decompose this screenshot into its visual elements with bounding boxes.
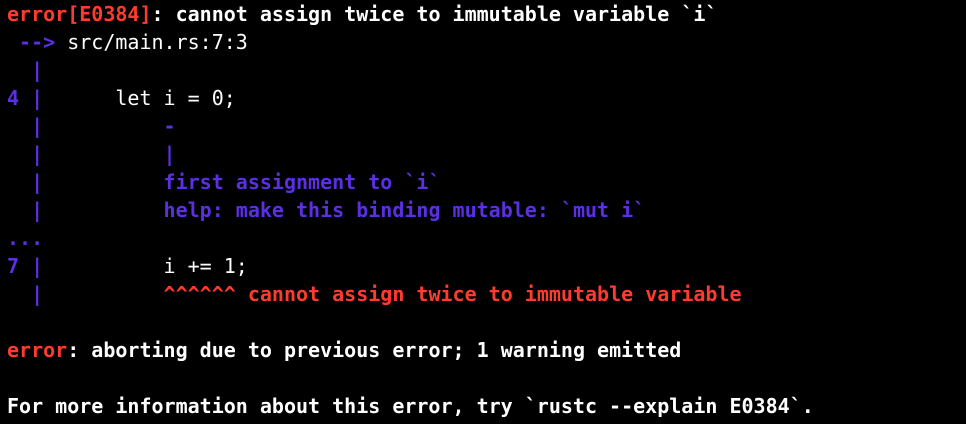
location-arrow: --> (7, 30, 56, 54)
error-code: error[E0384] (7, 2, 152, 26)
line-number-4: 4 | (7, 86, 44, 110)
source-line-4: 4 | let i = 0; (7, 84, 966, 112)
marker-bar: | (163, 142, 176, 166)
first-assignment-note: first assignment to `i` (163, 170, 441, 194)
error-header-line: error[E0384]: cannot assign twice to imm… (7, 0, 966, 28)
gutter-bar: | (7, 114, 44, 138)
terminal-window: error[E0384]: cannot assign twice to imm… (0, 0, 966, 424)
gutter-bar: | (7, 58, 44, 82)
marker-dash-line: | - (7, 112, 966, 140)
more-info-text: For more information about this error, t… (7, 394, 814, 418)
note-line: | first assignment to `i` (7, 168, 966, 196)
marker-dash: - (163, 114, 176, 138)
gutter-line: | (7, 56, 966, 84)
source-line-7: 7 | i += 1; (7, 252, 966, 280)
help-text: help: make this binding mutable: `mut i` (163, 198, 646, 222)
gutter-ellipsis: ... (7, 226, 44, 250)
gutter-bar: | (7, 170, 44, 194)
error-inline-message: cannot assign twice to immutable variabl… (235, 282, 742, 306)
error-message: : cannot assign twice to immutable varia… (151, 2, 718, 26)
location-line: --> src/main.rs:7:3 (7, 28, 966, 56)
abort-label: error (7, 338, 68, 362)
location-path: src/main.rs:7:3 (55, 30, 248, 54)
abort-message: : aborting due to previous error; 1 warn… (67, 338, 682, 362)
abort-line: error: aborting due to previous error; 1… (7, 336, 966, 364)
gutter-bar: | (7, 142, 44, 166)
source-code-7: i += 1; (43, 254, 248, 278)
error-carets: ^^^^^^ (163, 282, 236, 306)
source-code-4: let i = 0; (43, 86, 236, 110)
caret-line: | ^^^^^^ cannot assign twice to immutabl… (7, 280, 966, 308)
ellipsis-line: ... (7, 224, 966, 252)
marker-bar-line: | | (7, 140, 966, 168)
line-number-7: 7 | (7, 254, 44, 278)
gutter-bar: | (7, 198, 44, 222)
more-info-line: For more information about this error, t… (7, 392, 966, 420)
gutter-bar: | (7, 282, 44, 306)
help-line: | help: make this binding mutable: `mut … (7, 196, 966, 224)
